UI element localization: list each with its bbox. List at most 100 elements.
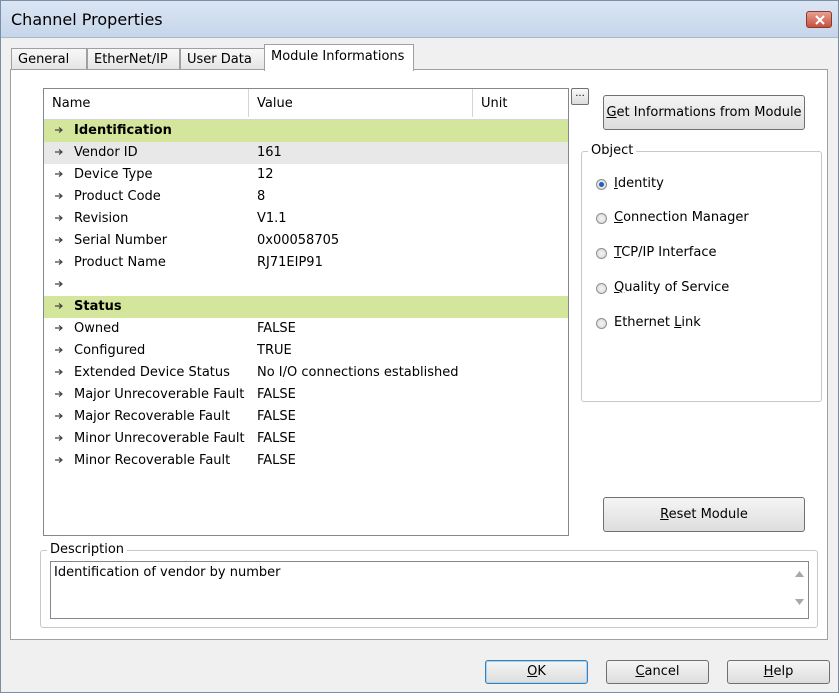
table-row[interactable]: Minor Unrecoverable Fault FALSE — [44, 428, 568, 450]
table-row[interactable]: Product Code 8 — [44, 186, 568, 208]
tree-arrow-icon — [55, 127, 63, 133]
row-value: RJ71EIP91 — [257, 255, 323, 270]
table-row-section-status[interactable]: Status — [44, 296, 568, 318]
ellipsis-button[interactable]: ... — [571, 88, 589, 105]
description-text: Identification of vendor by number — [54, 565, 281, 580]
description-legend: Description — [47, 542, 128, 557]
label-text: onnection Manager — [623, 210, 749, 225]
table-row[interactable]: Revision V1.1 — [44, 208, 568, 230]
help-button[interactable]: Help — [727, 660, 830, 684]
button-label: et Informations from Module — [616, 105, 802, 120]
tab-general[interactable]: General — [11, 48, 87, 70]
tree-arrow-icon — [55, 325, 63, 331]
accelerator-key: C — [614, 210, 624, 225]
button-label: eset Module — [668, 507, 748, 522]
row-name: Serial Number — [74, 233, 168, 248]
row-value: FALSE — [257, 321, 296, 336]
radio-button-icon — [596, 179, 607, 190]
table-row[interactable]: Device Type 12 — [44, 164, 568, 186]
radio-button-icon — [596, 248, 607, 259]
accelerator-key: O — [527, 664, 538, 679]
row-name: Owned — [74, 321, 120, 336]
table-row[interactable]: Vendor ID 161 — [44, 142, 568, 164]
row-name: Extended Device Status — [74, 365, 230, 380]
ok-button[interactable]: OK — [485, 660, 588, 684]
row-name: Product Name — [74, 255, 166, 270]
scroll-up-icon[interactable] — [795, 571, 804, 577]
button-label: ancel — [644, 664, 680, 679]
button-label: K — [537, 664, 546, 679]
column-header-name[interactable]: Name — [52, 96, 90, 111]
column-divider[interactable] — [248, 89, 249, 117]
tree-arrow-icon — [55, 215, 63, 221]
tab-ethernet-ip[interactable]: EtherNet/IP — [87, 48, 180, 70]
label-text: uality of Service — [624, 280, 730, 295]
tree-arrow-icon — [55, 303, 63, 309]
label-text: CP/IP Interface — [621, 245, 717, 260]
column-header-value[interactable]: Value — [257, 96, 293, 111]
table-row[interactable]: Serial Number 0x00058705 — [44, 230, 568, 252]
table-row[interactable]: Configured TRUE — [44, 340, 568, 362]
row-value: 161 — [257, 145, 282, 160]
column-header-unit[interactable]: Unit — [481, 96, 507, 111]
row-name: Status — [74, 299, 122, 314]
label-text: dentity — [617, 176, 664, 191]
table-row[interactable]: Minor Recoverable Fault FALSE — [44, 450, 568, 472]
label-text: ink — [681, 315, 701, 330]
accelerator-key: C — [635, 664, 645, 679]
row-value: FALSE — [257, 409, 296, 424]
tree-arrow-icon — [55, 237, 63, 243]
row-name: Identification — [74, 123, 172, 138]
row-name: Vendor ID — [74, 145, 138, 160]
row-value: TRUE — [257, 343, 292, 358]
radio-label: TCP/IP Interface — [614, 245, 717, 260]
get-informations-button[interactable]: Get Informations from Module — [603, 95, 805, 130]
description-scrollbar[interactable] — [791, 562, 808, 618]
table-row[interactable]: Major Recoverable Fault FALSE — [44, 406, 568, 428]
table-row[interactable]: Owned FALSE — [44, 318, 568, 340]
row-name: Minor Unrecoverable Fault — [74, 431, 245, 446]
row-value: No I/O connections established — [257, 365, 459, 380]
tree-arrow-icon — [55, 435, 63, 441]
module-info-table[interactable]: Name Value Unit Identification Vendor ID… — [43, 88, 569, 536]
radio-button-icon — [596, 283, 607, 294]
row-value: 12 — [257, 167, 274, 182]
row-value: FALSE — [257, 453, 296, 468]
table-row[interactable]: Major Unrecoverable Fault FALSE — [44, 384, 568, 406]
row-name: Device Type — [74, 167, 153, 182]
tree-arrow-icon — [55, 457, 63, 463]
row-name: Minor Recoverable Fault — [74, 453, 231, 468]
tree-arrow-icon — [55, 149, 63, 155]
row-name: Product Code — [74, 189, 161, 204]
row-value: 8 — [257, 189, 266, 204]
row-name: Revision — [74, 211, 129, 226]
table-row-section-identification[interactable]: Identification — [44, 120, 568, 142]
cancel-button[interactable]: Cancel — [606, 660, 709, 684]
tab-user-data[interactable]: User Data — [180, 48, 265, 70]
window-title: Channel Properties — [11, 10, 163, 29]
accelerator-key: H — [763, 664, 774, 679]
table-row-empty[interactable] — [44, 274, 568, 296]
radio-label: Connection Manager — [614, 210, 749, 225]
table-row[interactable]: Extended Device Status No I/O connection… — [44, 362, 568, 384]
tree-arrow-icon — [55, 171, 63, 177]
tree-arrow-icon — [55, 347, 63, 353]
radio-label: Quality of Service — [614, 280, 729, 295]
row-value: FALSE — [257, 387, 296, 402]
tree-arrow-icon — [55, 259, 63, 265]
scroll-down-icon[interactable] — [795, 599, 804, 605]
label-text: Ethernet — [614, 315, 675, 330]
column-divider[interactable] — [472, 89, 473, 117]
close-button[interactable] — [806, 11, 832, 28]
tree-arrow-icon — [55, 369, 63, 375]
close-icon — [815, 15, 825, 25]
object-legend: Object — [588, 143, 637, 158]
accelerator-key: Q — [614, 280, 625, 295]
row-name: Configured — [74, 343, 146, 358]
description-textarea[interactable]: Identification of vendor by number — [50, 561, 809, 619]
reset-module-button[interactable]: Reset Module — [603, 497, 805, 532]
row-name: Major Unrecoverable Fault — [74, 387, 245, 402]
tab-module-informations[interactable]: Module Informations — [264, 44, 414, 71]
button-label: elp — [773, 664, 794, 679]
table-row[interactable]: Product Name RJ71EIP91 — [44, 252, 568, 274]
